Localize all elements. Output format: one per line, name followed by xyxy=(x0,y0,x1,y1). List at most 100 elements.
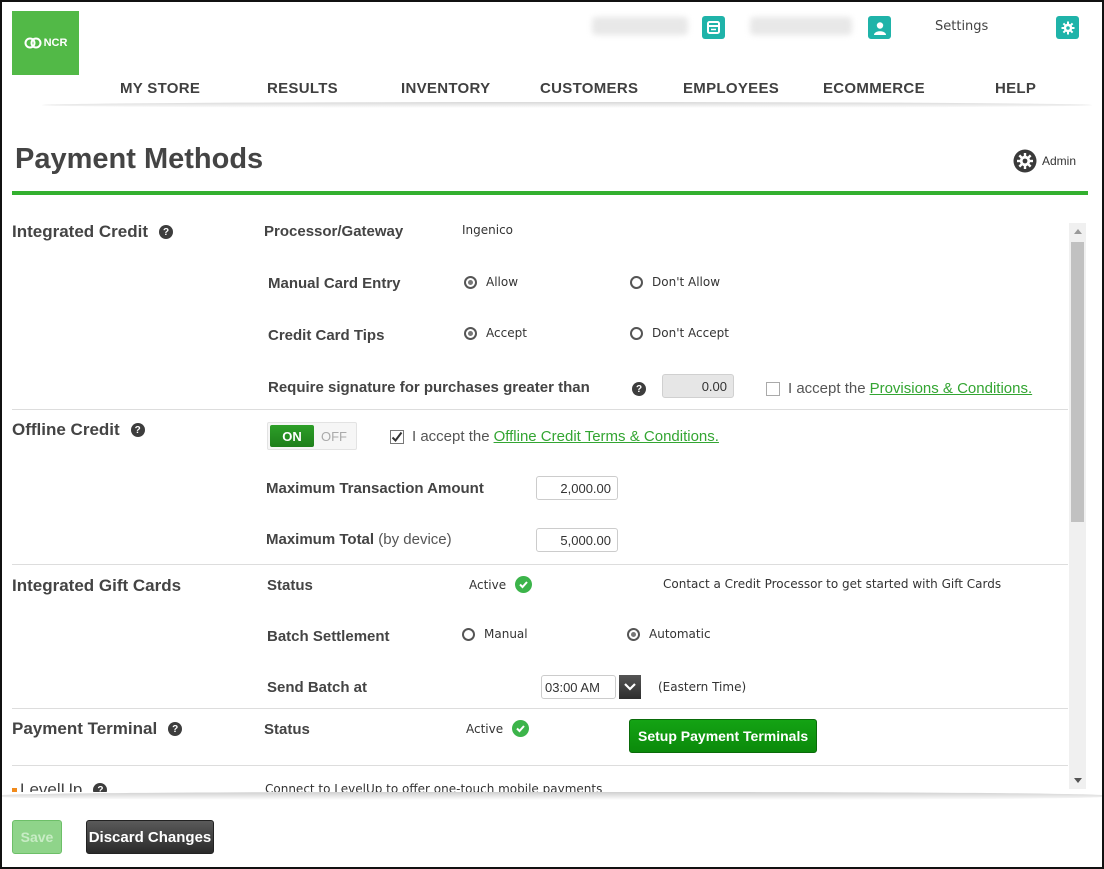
scroll-down-arrow[interactable] xyxy=(1069,772,1086,789)
radio-accept[interactable]: Accept xyxy=(464,326,527,340)
help-icon[interactable]: ? xyxy=(130,423,145,437)
nav-customers[interactable]: CUSTOMERS xyxy=(540,80,638,97)
send-batch-time-select[interactable]: 03:00 AM xyxy=(541,675,641,699)
radio-automatic[interactable]: Automatic xyxy=(627,627,711,641)
toggle-on-label: ON xyxy=(270,425,314,447)
section-title: Integrated Credit ? xyxy=(12,222,174,242)
processor-value: Ingenico xyxy=(462,223,514,237)
settings-button[interactable] xyxy=(1056,16,1079,39)
section-integrated-credit: Integrated Credit ? Processor/Gateway In… xyxy=(12,212,1068,410)
top-bar: Settings xyxy=(592,12,1082,42)
radio-dot xyxy=(630,275,643,289)
section-title-text: Integrated Gift Cards xyxy=(12,576,182,595)
offline-terms-link[interactable]: Offline Credit Terms & Conditions. xyxy=(494,428,719,445)
radio-dot-selected xyxy=(627,627,640,641)
radio-label: Don't Allow xyxy=(652,275,721,289)
status-label: Status xyxy=(267,577,313,594)
gift-card-contact-text: Contact a Credit Processor to get starte… xyxy=(663,577,1002,591)
nav-divider xyxy=(42,102,1092,108)
radio-manual[interactable]: Manual xyxy=(462,627,528,641)
nav-employees[interactable]: EMPLOYEES xyxy=(683,80,779,97)
title-divider xyxy=(12,191,1088,195)
section-title: LevelUp ? xyxy=(12,780,108,792)
section-title: Offline Credit ? xyxy=(12,420,145,440)
nav-results[interactable]: RESULTS xyxy=(267,80,338,97)
offline-credit-toggle[interactable]: ON OFF xyxy=(267,422,357,450)
admin-link[interactable]: Admin xyxy=(1013,149,1076,173)
nav-help[interactable]: HELP xyxy=(995,80,1036,97)
nav-my-store[interactable]: MY STORE xyxy=(120,80,200,97)
check-circle-icon xyxy=(512,720,530,737)
ncr-logo-icon xyxy=(24,37,42,49)
radio-dont-allow[interactable]: Don't Allow xyxy=(630,275,720,289)
provisions-accept: I accept the Provisions & Conditions. xyxy=(766,380,1032,397)
section-title-text: Offline Credit xyxy=(12,420,120,439)
levelup-logo-icon xyxy=(12,787,17,792)
max-transaction-label: Maximum Transaction Amount xyxy=(266,480,484,497)
provisions-link[interactable]: Provisions & Conditions. xyxy=(870,380,1033,397)
status-value: Active xyxy=(469,577,507,592)
store-button[interactable] xyxy=(702,16,725,39)
help-icon[interactable]: ? xyxy=(632,382,646,396)
nav-inventory[interactable]: INVENTORY xyxy=(401,80,490,97)
user-name-redacted xyxy=(750,17,852,35)
radio-dot xyxy=(462,627,475,641)
status-badge: Active xyxy=(469,576,533,593)
scroll-thumb[interactable] xyxy=(1071,242,1084,522)
radio-label: Accept xyxy=(486,326,527,340)
radio-allow[interactable]: Allow xyxy=(464,275,518,289)
user-button[interactable] xyxy=(868,16,891,39)
radio-label: Automatic xyxy=(649,627,711,641)
timezone-label: (Eastern Time) xyxy=(658,680,747,694)
max-total-label-text: Maximum Total xyxy=(266,531,375,548)
tips-label: Credit Card Tips xyxy=(268,327,385,344)
chevron-down-icon[interactable] xyxy=(619,675,641,699)
payment-methods-panel: Integrated Credit ? Processor/Gateway In… xyxy=(2,212,1068,792)
section-title: Payment Terminal ? xyxy=(12,719,183,739)
section-title-text: Payment Terminal xyxy=(12,719,158,738)
signature-label: Require signature for purchases greater … xyxy=(268,379,590,396)
page-title: Payment Methods xyxy=(15,143,264,175)
accept-prefix: I accept the xyxy=(412,428,490,445)
manual-entry-label: Manual Card Entry xyxy=(268,275,401,292)
accept-prefix: I accept the xyxy=(788,380,866,397)
gear-icon xyxy=(1061,21,1074,34)
settings-link[interactable]: Settings xyxy=(935,19,988,34)
help-icon[interactable]: ? xyxy=(168,722,183,736)
scroll-up-arrow[interactable] xyxy=(1069,223,1086,240)
levelup-description: Connect to LevelUp to offer one-touch mo… xyxy=(265,782,603,792)
app-window: NCR Settings MY STORE RESULTS INVENTORY … xyxy=(0,0,1104,869)
help-icon[interactable]: ? xyxy=(93,783,108,792)
nav-ecommerce[interactable]: ECOMMERCE xyxy=(823,80,925,97)
save-button[interactable]: Save xyxy=(12,820,62,854)
signature-amount-input[interactable]: 0.00 xyxy=(662,374,734,398)
content-scrollbar[interactable] xyxy=(1069,223,1086,789)
radio-dont-accept[interactable]: Don't Accept xyxy=(630,326,729,340)
content-bottom-shadow xyxy=(2,792,1102,800)
setup-payment-terminals-button[interactable]: Setup Payment Terminals xyxy=(629,719,818,753)
section-title-text: LevelUp xyxy=(20,780,83,792)
status-badge: Active xyxy=(466,720,530,737)
offline-terms-checkbox[interactable] xyxy=(390,429,404,444)
discard-changes-button[interactable]: Discard Changes xyxy=(86,820,214,854)
provisions-checkbox[interactable] xyxy=(766,381,780,396)
checkmark-icon xyxy=(391,431,403,442)
section-offline-credit: Offline Credit ? ON OFF I accept the Off… xyxy=(12,410,1068,565)
max-transaction-input[interactable]: 2,000.00 xyxy=(536,476,618,500)
user-icon xyxy=(873,21,886,35)
time-select-value[interactable]: 03:00 AM xyxy=(541,675,616,699)
help-icon[interactable]: ? xyxy=(159,225,174,239)
offline-terms-accept: I accept the Offline Credit Terms & Cond… xyxy=(390,428,719,445)
status-label: Status xyxy=(264,721,310,738)
max-total-input[interactable]: 5,000.00 xyxy=(536,528,618,552)
status-value: Active xyxy=(466,721,504,736)
radio-dot-selected xyxy=(464,326,477,340)
radio-label: Don't Accept xyxy=(652,326,729,340)
ncr-logo[interactable]: NCR xyxy=(12,11,79,75)
section-title: Integrated Gift Cards xyxy=(12,576,181,596)
max-total-label: Maximum Total (by device) xyxy=(266,531,452,548)
section-gift-cards: Integrated Gift Cards Status Active Cont… xyxy=(12,565,1068,709)
admin-label: Admin xyxy=(1041,154,1076,168)
radio-label: Manual xyxy=(484,627,528,641)
toggle-off-label: OFF xyxy=(321,428,347,444)
